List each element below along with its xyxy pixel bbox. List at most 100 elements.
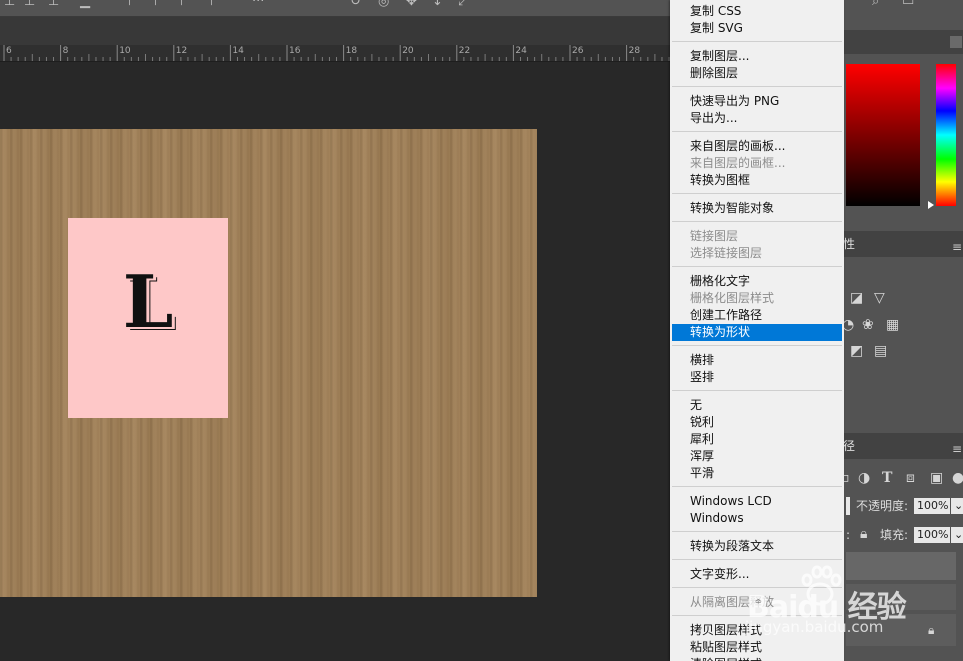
menu-separator — [672, 486, 842, 487]
menu-separator — [672, 193, 842, 194]
fill-dropdown[interactable]: ⌄ — [951, 527, 963, 543]
menu-item[interactable]: 转换为智能对象 — [672, 200, 842, 217]
menu-item[interactable]: 转换为形状 — [672, 324, 842, 341]
ruler-tick-label: 16 — [289, 46, 301, 56]
3d-roll-icon[interactable]: ◎ — [378, 0, 389, 9]
menu-item[interactable]: 平滑 — [672, 465, 842, 482]
lock-icon[interactable]: 🔒︎ — [860, 526, 867, 542]
3d-scale-icon[interactable]: ⤢ — [458, 0, 468, 9]
align-top-icon[interactable]: ⊤ — [124, 0, 135, 9]
pink-card-layer[interactable]: L — [68, 218, 228, 418]
ruler-tick-label: 26 — [572, 46, 584, 56]
3d-rotate-icon[interactable]: ↻ — [350, 0, 361, 9]
filter-type-icon[interactable]: T — [882, 470, 892, 486]
menu-item[interactable]: 无 — [672, 397, 842, 414]
menu-separator — [672, 41, 842, 42]
ruler-tick-label: 18 — [345, 46, 358, 56]
menu-item[interactable]: Windows — [672, 510, 842, 527]
ruler-tick-label: 14 — [232, 46, 244, 56]
horizontal-ruler: 6 8 10 12 14 16 18 20 22 24 26 28 — [0, 45, 670, 62]
ruler-tick-label: 12 — [175, 46, 188, 56]
align-right-icon[interactable]: ⊥ — [48, 0, 59, 9]
3d-pan-icon[interactable]: ✥ — [406, 0, 417, 9]
menu-item[interactable]: 复制 CSS — [672, 3, 842, 20]
menu-item[interactable]: 犀利 — [672, 431, 842, 448]
adjustments-panel-tabs: 性 — [843, 231, 963, 257]
menu-item[interactable]: 竖排 — [672, 369, 842, 386]
align-bottom-icon[interactable]: ⊤ — [176, 0, 187, 9]
opacity-dropdown[interactable]: ⌄ — [951, 498, 963, 514]
text-layer-letter[interactable]: L — [68, 262, 228, 342]
menu-separator — [672, 131, 842, 132]
menu-item[interactable]: 删除图层 — [672, 65, 842, 82]
gradient-icon[interactable]: ▤ — [874, 343, 887, 359]
menu-item: 栅格化图层样式 — [690, 291, 775, 305]
align-left-icon[interactable]: ⊥ — [4, 0, 15, 9]
ruler-tick-label: 10 — [119, 46, 131, 56]
more-options-icon[interactable]: ··· — [252, 0, 264, 9]
layers-menu-icon[interactable]: ≡ — [952, 442, 962, 456]
hue-slider[interactable] — [936, 64, 956, 206]
ruler-tick-label: 6 — [6, 46, 12, 56]
menu-item[interactable]: 创建工作路径 — [672, 307, 842, 324]
fill-label: 填充: — [880, 528, 909, 542]
canvas-document[interactable]: L — [0, 129, 537, 597]
menu-item: 链接图层 — [690, 229, 739, 243]
align-middle-icon[interactable]: ⊤ — [150, 0, 161, 9]
ruler-tick-label: 22 — [458, 46, 471, 56]
menu-item: 选择链接图层 — [690, 246, 763, 260]
lock-label-fragment: : — [846, 528, 851, 542]
menu-item: 来自图层的画框... — [690, 156, 786, 170]
channel-mixer-icon[interactable]: ▦ — [886, 317, 899, 333]
color-balance-icon[interactable]: ❀ — [862, 317, 874, 333]
menu-item[interactable]: 快速导出为 PNG — [672, 93, 842, 110]
menu-item[interactable]: 导出为... — [672, 110, 842, 127]
ruler-tick-label: 8 — [62, 46, 69, 56]
properties-tab-label[interactable]: 性 — [843, 237, 855, 251]
3d-slide-icon[interactable]: ↕ — [432, 0, 443, 9]
paths-tab-label[interactable]: 径 — [843, 439, 855, 453]
hue-slider-handle-icon[interactable] — [928, 201, 934, 209]
menu-separator — [672, 531, 842, 532]
panel-menu-icon[interactable] — [950, 36, 962, 48]
distribute-icon[interactable]: ▁ — [80, 0, 90, 9]
menu-item[interactable]: 来自图层的画板... — [672, 138, 842, 155]
ruler-tick-label: 20 — [402, 46, 414, 56]
color-picker-field[interactable] — [846, 64, 920, 206]
ruler-tick-label: 28 — [628, 46, 641, 56]
filter-shape-icon[interactable]: ⧈ — [906, 470, 915, 486]
ruler-ticks — [3, 45, 670, 61]
watermark-url: jingyan.baidu.com — [745, 618, 884, 636]
menu-separator — [672, 266, 842, 267]
filter-smart-object-icon[interactable]: ▣ — [930, 470, 943, 486]
search-icon[interactable]: ⌕ — [872, 0, 879, 9]
layers-panel-tabs: 径 — [843, 433, 963, 459]
filter-adjustment-icon[interactable]: ◑ — [858, 470, 870, 486]
menu-item[interactable]: 横排 — [672, 352, 842, 369]
color-panel-tabs — [843, 30, 963, 54]
gradient-map-icon[interactable]: ▽ — [874, 290, 885, 306]
menu-item[interactable]: Windows LCD — [672, 493, 842, 510]
menu-item[interactable]: 复制图层... — [672, 48, 842, 65]
opacity-field[interactable]: 100% — [914, 498, 950, 514]
menu-separator — [672, 390, 842, 391]
baidu-watermark: Baidu 经验 jingyan.baidu.com — [745, 552, 963, 642]
menu-item[interactable]: 清除图层样式 — [672, 656, 842, 661]
curves-icon[interactable]: ◪ — [850, 290, 863, 306]
menu-item[interactable]: 浑厚 — [672, 448, 842, 465]
menu-item[interactable]: 栅格化文字 — [672, 273, 842, 290]
blend-mode-select[interactable] — [846, 497, 850, 515]
ruler-tick-label: 24 — [515, 46, 527, 56]
menu-item[interactable]: 锐利 — [672, 414, 842, 431]
fill-field[interactable]: 100% — [914, 527, 950, 543]
menu-separator — [672, 345, 842, 346]
menu-item[interactable]: 复制 SVG — [672, 20, 842, 37]
adjustments-menu-icon[interactable]: ≡ — [952, 240, 962, 254]
filter-toggle-icon[interactable]: ● — [952, 470, 963, 486]
menu-separator — [672, 86, 842, 87]
align-center-icon[interactable]: ⊥ — [24, 0, 35, 9]
workspace-icon[interactable]: ▭ — [902, 0, 914, 9]
menu-item[interactable]: 转换为图框 — [672, 172, 842, 189]
distribute-vertical-icon[interactable]: ⊤ — [206, 0, 217, 9]
invert-icon[interactable]: ◩ — [850, 343, 863, 359]
